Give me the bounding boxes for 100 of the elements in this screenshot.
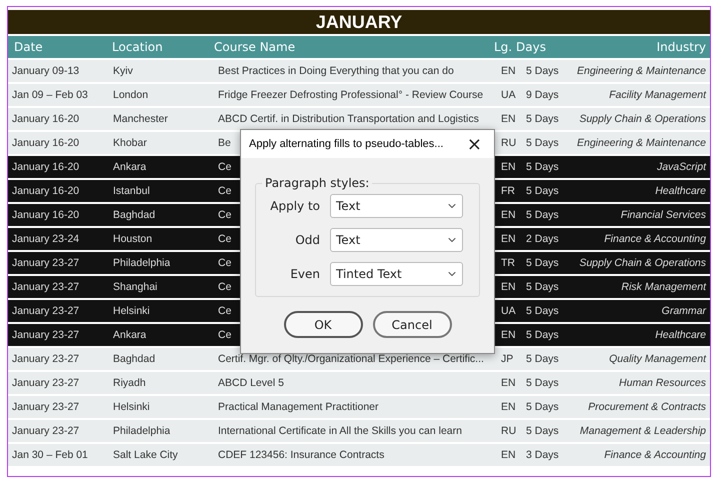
table-cell-text: 5 Days [525, 257, 559, 269]
table-cell-text: International Certificate in All the Skills you can learn [217, 425, 462, 437]
table-cell-text: Ce [217, 329, 232, 341]
table-cell-text: EN [500, 281, 516, 293]
table-cell-text: 5 Days [525, 353, 559, 365]
table-cell-text: Istanbul [112, 185, 150, 197]
table-cell-text: January 23-27 [11, 257, 80, 269]
table-cell-text: Ce [217, 161, 232, 173]
table-cell-text: 5 Days [525, 281, 559, 293]
table-cell-text: January 23-27 [11, 377, 80, 389]
column-header: Industry [656, 40, 707, 54]
table-cell-text: EN [500, 65, 516, 77]
table-cell-text: 2 Days [525, 233, 559, 245]
cancel-button[interactable]: Cancel [372, 311, 452, 338]
table-cell-text: January 23-27 [11, 353, 80, 365]
table-cell-text: EN [500, 233, 516, 245]
table-cell-text: Finance & Accounting [603, 233, 707, 245]
table-cell-text: JP [500, 353, 514, 365]
table-cell-text: Khobar [112, 137, 147, 149]
table-cell-text: Manchester [112, 113, 168, 125]
table-cell-text: Human Resources [618, 377, 707, 389]
table-cell-text: 5 Days [525, 209, 559, 221]
close-button[interactable]: × [462, 134, 486, 154]
style-dropdown[interactable]: Text [330, 228, 463, 252]
table-cell-text: Ce [217, 233, 232, 245]
table-cell-text: January 16-20 [11, 137, 80, 149]
table-cell-text: EN [500, 209, 516, 221]
field-label: Even [289, 267, 320, 281]
table-cell-text: 5 Days [525, 65, 559, 77]
table-cell-text: January 16-20 [11, 209, 80, 221]
table-cell-text: UA [500, 89, 516, 101]
table-cell-text: January 23-27 [11, 425, 80, 437]
table-cell-text: TR [500, 257, 515, 269]
table-cell-text: 5 Days [525, 305, 559, 317]
table-cell-text: Ce [217, 281, 232, 293]
table-cell-text: January 23-27 [11, 281, 80, 293]
style-dropdown[interactable]: Text [330, 194, 463, 218]
table-cell-text: January 16-20 [11, 185, 80, 197]
ok-button[interactable]: OK [284, 311, 362, 338]
table-cell-text: Jan 09 – Feb 03 [11, 89, 88, 101]
table-cell-text: UA [500, 305, 516, 317]
table-cell-text: Procurement & Contracts [587, 401, 707, 413]
group-label: Paragraph styles: [264, 176, 370, 190]
table-cell-text: Ce [217, 185, 232, 197]
table-cell-text: EN [500, 449, 516, 461]
table-cell-text: EN [500, 161, 516, 173]
table-cell-text: Engineering & Maintenance [576, 65, 707, 77]
table-cell-text: Ce [217, 257, 232, 269]
table-cell-text: Healthcare [654, 329, 707, 341]
table-cell-text: Kyiv [112, 65, 133, 77]
table-cell-text: Risk Management [620, 281, 708, 293]
table-cell-text: Management & Leadership [578, 425, 707, 437]
table-cell-text: January 23-27 [11, 329, 80, 341]
table-cell-text: EN [500, 401, 516, 413]
table-cell-text: Baghdad [112, 209, 156, 221]
table-cell-text: Quality Management [608, 353, 708, 365]
table-cell-text: 5 Days [525, 401, 559, 413]
style-dropdown[interactable]: Tinted Text [330, 262, 463, 286]
table-cell-text: Facility Management [608, 89, 708, 101]
table-cell-text: Philadelphia [112, 257, 170, 269]
table-cell-text: 5 Days [525, 137, 559, 149]
table-cell-text: January 16-20 [11, 113, 80, 125]
table-cell-text: JavaScript [656, 161, 708, 173]
table-cell-text: RU [500, 137, 516, 149]
table-cell-text: London [112, 89, 148, 101]
column-header: Days [515, 40, 547, 54]
table-cell-text: 5 Days [525, 377, 559, 389]
table-cell-text: Ce [217, 305, 232, 317]
table-cell-text: EN [500, 377, 516, 389]
table-cell-text: Ankara [112, 161, 146, 173]
table-cell-text: Finance & Accounting [603, 449, 707, 461]
table-cell-text: CDEF 123456: Insurance Contracts [217, 449, 384, 461]
table-cell-text: EN [500, 113, 516, 125]
table-cell-text: Certif. Mgr. of Qlty./Organizational Experience – Certific... [217, 353, 484, 365]
table-cell-text: 3 Days [525, 449, 559, 461]
table-cell-text: Financial Services [620, 209, 707, 221]
field-label: Apply to [269, 199, 320, 213]
table-cell-text: Supply Chain & Operations [578, 257, 707, 269]
table-cell-text: Fridge Freezer Defrosting Professional° - Review Course [217, 89, 484, 101]
table-cell-text: ABCD Certif. in Distribution Transportation and Logistics [217, 113, 479, 125]
table-cell-text: Be [217, 137, 231, 149]
table-cell-text: Supply Chain & Operations [578, 113, 707, 125]
table-cell-text: 5 Days [525, 185, 559, 197]
table-cell-text: Helsinki [112, 305, 150, 317]
table-cell-text: Best Practices in Doing Everything that you can do [217, 65, 454, 77]
table-cell-text: 9 Days [525, 89, 559, 101]
table-cell-text: Philadelphia [112, 425, 170, 437]
table-cell-text: Helsinki [112, 401, 150, 413]
table-cell-text: Riyadh [112, 377, 146, 389]
table-cell-text: FR [500, 185, 515, 197]
table-cell-text: January 23-27 [11, 401, 80, 413]
page-title: JANUARY [8, 10, 710, 34]
table-cell-text: January 16-20 [11, 161, 80, 173]
table-cell-text: Practical Management Practitioner [217, 401, 378, 413]
field-label: Odd [294, 233, 320, 247]
table-cell-text: EN [500, 329, 516, 341]
column-header: Course Name [213, 40, 296, 54]
table-cell-text: January 23-27 [11, 305, 80, 317]
column-header: Location [111, 40, 164, 54]
table-cell-text: 5 Days [525, 161, 559, 173]
